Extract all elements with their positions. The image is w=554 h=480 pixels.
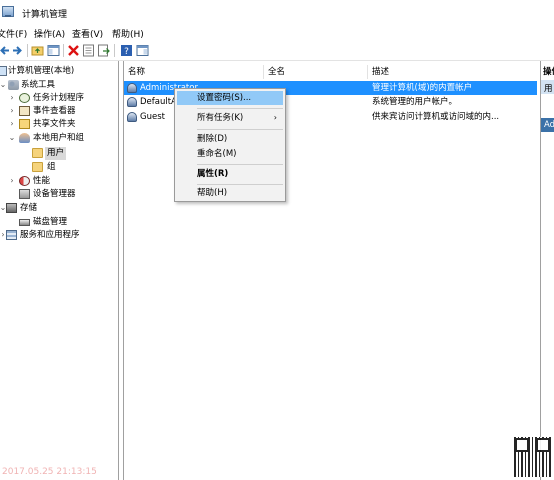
collapse-chevron-icon[interactable]: ⌄ <box>0 80 7 90</box>
window-title: 计算机管理 <box>22 10 68 20</box>
delete-icon[interactable] <box>67 44 80 57</box>
column-header-description[interactable]: 描述 <box>368 65 537 79</box>
console-tree[interactable]: 计算机管理(本地) ⌄ 系统工具 › 任务计划程序 › 事件查看器 › 共享文件… <box>0 61 119 480</box>
column-header-name[interactable]: 名称 <box>124 65 264 79</box>
menu-help[interactable]: 帮助(H) <box>112 27 144 40</box>
action-pane: 操作 用 Ad <box>540 61 554 480</box>
menu-item-help[interactable]: 帮助(H) <box>177 186 283 200</box>
action-pane-header: 操作 <box>543 67 554 77</box>
tree-item-groups[interactable]: 组 <box>0 161 118 174</box>
menu-item-properties[interactable]: 属性(R) <box>177 167 283 181</box>
computer-icon <box>0 66 7 76</box>
event-log-icon <box>19 106 30 116</box>
tree-item-disk-management[interactable]: 磁盘管理 <box>0 216 118 229</box>
menu-bar: 文件(F) 操作(A) 查看(V) 帮助(H) <box>0 25 554 41</box>
clock-icon <box>19 93 30 103</box>
user-icon <box>127 83 137 93</box>
title-bar: 计算机管理 <box>0 0 554 24</box>
expand-chevron-icon[interactable]: › <box>8 106 16 116</box>
menu-item-set-password[interactable]: 设置密码(S)... <box>177 91 283 105</box>
action-pane-administrator-item[interactable]: Ad <box>544 120 554 130</box>
computer-management-app-icon <box>2 6 14 17</box>
user-description: 供来宾访问计算机或访问域的内... <box>372 112 500 122</box>
expand-chevron-icon[interactable]: › <box>8 176 16 186</box>
menu-action[interactable]: 操作(A) <box>34 27 65 40</box>
folder-icon <box>32 162 43 172</box>
show-action-pane-icon[interactable] <box>136 44 149 57</box>
tree-item-computer-management[interactable]: 计算机管理(本地) <box>0 65 118 78</box>
menu-item-all-tasks-label: 所有任务(K) <box>197 113 244 123</box>
back-icon[interactable] <box>0 44 11 57</box>
expand-chevron-icon[interactable]: › <box>8 119 16 129</box>
user-description: 管理计算机(域)的内置帐户 <box>372 83 473 93</box>
user-icon <box>127 97 137 107</box>
tree-item-local-users-groups[interactable]: ⌄ 本地用户和组 <box>0 132 118 145</box>
performance-icon <box>19 176 30 186</box>
disk-icon <box>19 219 30 226</box>
context-menu: 设置密码(S)... 所有任务(K) › 删除(D) 重命名(M) 属性(R) … <box>174 88 286 202</box>
svg-text:?: ? <box>124 47 129 57</box>
qr-code-watermark <box>514 437 551 477</box>
tree-item-services-applications[interactable]: › 服务和应用程序 <box>0 229 118 242</box>
help-icon[interactable]: ? <box>120 44 133 57</box>
expand-chevron-icon[interactable]: › <box>8 93 16 103</box>
user-description: 系统管理的用户帐户。 <box>372 97 458 107</box>
users-icon <box>19 133 30 143</box>
menu-file[interactable]: 文件(F) <box>0 27 27 40</box>
tools-icon <box>8 80 19 90</box>
action-pane-users-item[interactable]: 用 <box>544 82 553 94</box>
storage-icon <box>6 203 17 213</box>
tree-item-storage[interactable]: ⌄ 存储 <box>0 202 118 215</box>
tree-item-users[interactable]: 用户 <box>0 147 118 160</box>
column-header-fullname[interactable]: 全名 <box>264 65 368 79</box>
export-icon[interactable] <box>97 44 110 57</box>
device-manager-icon <box>19 189 30 199</box>
tree-item-task-scheduler[interactable]: › 任务计划程序 <box>0 92 118 105</box>
tree-item-event-viewer[interactable]: › 事件查看器 <box>0 105 118 118</box>
submenu-arrow-icon: › <box>273 113 277 122</box>
list-header: 名称 全名 描述 <box>124 65 537 79</box>
menu-item-delete[interactable]: 删除(D) <box>177 132 283 146</box>
menu-item-all-tasks[interactable]: 所有任务(K) › <box>177 111 283 125</box>
collapse-chevron-icon[interactable]: ⌄ <box>8 133 16 143</box>
forward-icon[interactable] <box>11 44 24 57</box>
tree-item-performance[interactable]: › 性能 <box>0 175 118 188</box>
tree-item-system-tools[interactable]: ⌄ 系统工具 <box>0 79 118 92</box>
computer-management-window: 计算机管理 文件(F) 操作(A) 查看(V) 帮助(H) ? 计算机管理(本地… <box>0 0 554 480</box>
toolbar: ? <box>0 41 554 61</box>
tree-item-shared-folders[interactable]: › 共享文件夹 <box>0 118 118 131</box>
user-icon <box>127 112 137 122</box>
menu-item-rename[interactable]: 重命名(M) <box>177 147 283 161</box>
folder-icon <box>32 148 43 158</box>
show-hide-tree-icon[interactable] <box>47 44 60 57</box>
properties-icon[interactable] <box>82 44 95 57</box>
tree-item-device-manager[interactable]: 设备管理器 <box>0 188 118 201</box>
up-folder-icon[interactable] <box>31 44 44 57</box>
menu-view[interactable]: 查看(V) <box>72 27 103 40</box>
shared-folder-icon <box>19 119 30 129</box>
timestamp-watermark: 2017.05.25 21:13:15 <box>2 467 97 477</box>
services-icon <box>6 230 17 240</box>
